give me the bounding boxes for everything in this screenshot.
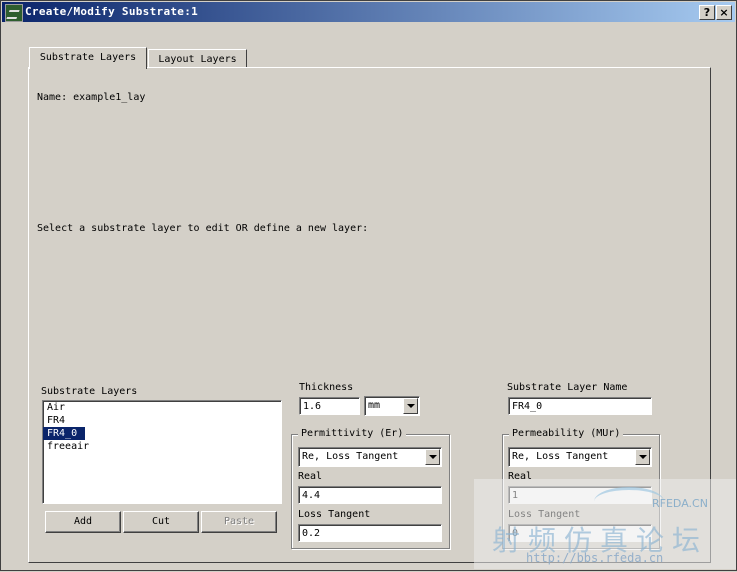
permittivity-real-input[interactable]: 4.4 — [298, 486, 442, 504]
add-button[interactable]: Add — [45, 511, 121, 533]
permittivity-mode-select[interactable]: Re, Loss Tangent — [298, 447, 442, 467]
permittivity-real-label: Real — [298, 471, 323, 482]
substrate-name-label: Name: example1_lay — [37, 92, 146, 103]
list-item-selected[interactable]: FR4_0 — [43, 427, 85, 440]
layer-name-label: Substrate Layer Name — [507, 382, 628, 393]
paste-button[interactable]: Paste — [201, 511, 277, 533]
permittivity-group-title: Permittivity (Er) — [298, 428, 407, 439]
substrate-list-label: Substrate Layers — [41, 386, 138, 397]
substrate-dialog: Create/Modify Substrate:1 ? × Substrate … — [0, 0, 737, 571]
list-item[interactable]: freeair — [43, 440, 281, 453]
chevron-down-icon[interactable] — [403, 398, 418, 414]
thickness-input[interactable]: 1.6 — [299, 397, 360, 415]
instruction-text: Select a substrate layer to edit OR defi… — [37, 223, 369, 234]
permeability-real-input[interactable]: 1 — [508, 486, 652, 504]
thickness-unit-value: mm — [368, 400, 381, 411]
permittivity-loss-label: Loss Tangent — [298, 509, 371, 520]
substrate-layer-list[interactable]: Air FR4 FR4_0 freeair — [42, 400, 282, 504]
permeability-loss-input[interactable]: 0 — [508, 524, 652, 542]
permeability-real-label: Real — [508, 471, 533, 482]
layer-name-input[interactable]: FR4_0 — [508, 397, 652, 415]
list-item[interactable]: FR4 — [43, 414, 281, 427]
permeability-loss-label: Loss Tangent — [508, 509, 581, 520]
permeability-mode-select[interactable]: Re, Loss Tangent — [508, 447, 652, 467]
chevron-down-icon[interactable] — [425, 449, 440, 465]
list-item[interactable]: Air — [43, 401, 281, 414]
thickness-label: Thickness — [299, 382, 354, 393]
cut-button[interactable]: Cut — [123, 511, 199, 533]
permittivity-mode-value: Re, Loss Tangent — [302, 451, 399, 462]
thickness-unit-select[interactable]: mm — [364, 396, 420, 416]
chevron-down-icon[interactable] — [635, 449, 650, 465]
permeability-mode-value: Re, Loss Tangent — [512, 451, 609, 462]
permittivity-loss-input[interactable]: 0.2 — [298, 524, 442, 542]
permeability-group-title: Permeability (MUr) — [509, 428, 624, 439]
